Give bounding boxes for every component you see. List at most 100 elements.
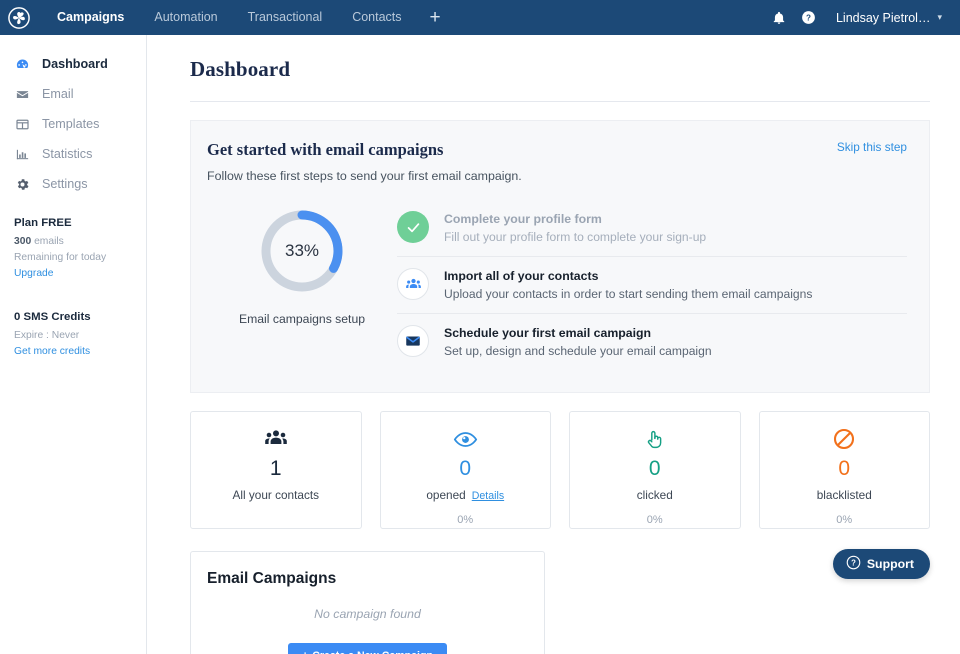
sidebar-item-label: Email <box>42 87 74 101</box>
support-label: Support <box>867 557 914 571</box>
ban-circle-icon <box>832 426 856 452</box>
step-description: Set up, design and schedule your email c… <box>444 344 712 358</box>
plus-icon: + <box>302 650 308 654</box>
nav-item-campaigns[interactable]: Campaigns <box>42 0 139 35</box>
email-campaigns-title: Email Campaigns <box>207 570 528 588</box>
step-title: Complete your profile form <box>444 212 706 226</box>
get-more-credits-link[interactable]: Get more credits <box>14 346 132 357</box>
body-wrapper: Dashboard Email Templa <box>0 35 960 654</box>
main-nav: Campaigns Automation Transactional Conta… <box>42 0 454 35</box>
step-title: Schedule your first email campaign <box>444 326 712 340</box>
page-title: Dashboard <box>190 57 930 82</box>
skip-this-step-link[interactable]: Skip this step <box>837 140 907 154</box>
eye-icon <box>453 426 478 452</box>
stat-value: 0 <box>459 458 471 479</box>
upgrade-link[interactable]: Upgrade <box>14 268 132 279</box>
progress-column: 33% Email campaigns setup <box>207 207 397 370</box>
contacts-group-icon <box>397 268 429 300</box>
contacts-group-icon <box>264 426 288 452</box>
plan-block: Plan FREE 300 emails Remaining for today… <box>0 199 146 357</box>
support-button[interactable]: ? Support <box>833 549 930 579</box>
step-text: Complete your profile form Fill out your… <box>444 211 706 244</box>
sms-expire: Expire : Never <box>14 330 132 341</box>
opened-details-link[interactable]: Details <box>472 490 504 502</box>
dashboard-app: Campaigns Automation Transactional Conta… <box>0 0 960 654</box>
topbar-right-group: ? Lindsay Pietrol… ▾ <box>764 0 946 35</box>
stat-card-clicked[interactable]: 0 clicked 0% <box>569 411 741 529</box>
create-campaign-label: Create a New Campaign <box>312 650 433 654</box>
get-started-header: Get started with email campaigns Skip th… <box>207 140 907 160</box>
sidebar-item-templates[interactable]: Templates <box>0 109 146 139</box>
step-icon-wrap <box>397 211 429 243</box>
plan-emails: 300 emails <box>14 236 132 247</box>
add-new-button[interactable]: + <box>417 2 454 34</box>
notification-bell-icon[interactable] <box>764 0 794 35</box>
step-description: Upload your contacts in order to start s… <box>444 287 812 301</box>
help-circle-icon[interactable]: ? <box>794 0 824 35</box>
envelope-icon <box>14 86 30 102</box>
envelope-filled-icon <box>397 325 429 357</box>
progress-caption: Email campaigns setup <box>239 312 365 326</box>
stat-label: clicked <box>637 488 673 502</box>
help-circle-icon: ? <box>846 555 861 573</box>
svg-text:?: ? <box>851 558 856 567</box>
sidebar-item-label: Dashboard <box>42 57 108 71</box>
plan-spacer <box>14 279 132 311</box>
nav-item-transactional[interactable]: Transactional <box>233 0 338 35</box>
nav-item-contacts[interactable]: Contacts <box>337 0 416 35</box>
stat-value: 0 <box>649 458 661 479</box>
chevron-down-icon[interactable]: ▾ <box>937 12 946 23</box>
sidebar-item-email[interactable]: Email <box>0 79 146 109</box>
get-started-title: Get started with email campaigns <box>207 140 443 160</box>
nav-item-automation[interactable]: Automation <box>139 0 232 35</box>
sms-credits-title: 0 SMS Credits <box>14 311 132 323</box>
progress-percent-label: 33% <box>258 207 346 295</box>
stat-card-contacts[interactable]: 1 All your contacts <box>190 411 362 529</box>
stat-cards-row: 1 All your contacts 0 <box>190 411 930 529</box>
get-started-panel: Get started with email campaigns Skip th… <box>190 120 930 393</box>
sidebar-item-label: Statistics <box>42 147 92 161</box>
sidebar-item-label: Settings <box>42 177 88 191</box>
user-menu-name[interactable]: Lindsay Pietrol… <box>824 11 938 25</box>
template-columns-icon <box>14 116 30 132</box>
stat-percent: 0% <box>647 514 663 526</box>
pointing-hand-icon <box>643 426 666 452</box>
sidebar-item-settings[interactable]: Settings <box>0 169 146 199</box>
stat-label: opened <box>426 488 465 502</box>
sidebar-item-label: Templates <box>42 117 99 131</box>
svg-text:?: ? <box>806 13 811 22</box>
step-title: Import all of your contacts <box>444 269 812 283</box>
step-icon-wrap <box>397 268 429 300</box>
step-icon-wrap <box>397 325 429 357</box>
get-started-body: 33% Email campaigns setup <box>207 207 907 370</box>
pinwheel-logo-icon[interactable] <box>6 5 32 31</box>
bar-chart-icon <box>14 146 30 162</box>
sidebar-item-dashboard[interactable]: Dashboard <box>0 49 146 79</box>
stat-percent: 0% <box>836 514 852 526</box>
sidebar-item-statistics[interactable]: Statistics <box>0 139 146 169</box>
stat-value: 1 <box>270 458 282 479</box>
plan-remaining: Remaining for today <box>14 252 132 263</box>
setup-step-schedule-campaign[interactable]: Schedule your first email campaign Set u… <box>397 313 907 370</box>
setup-step-import-contacts[interactable]: Import all of your contacts Upload your … <box>397 256 907 313</box>
stat-card-opened[interactable]: 0 opened Details 0% <box>380 411 552 529</box>
title-divider <box>190 101 930 102</box>
create-new-campaign-button[interactable]: + Create a New Campaign <box>288 643 447 654</box>
sidebar: Dashboard Email Templa <box>0 35 147 654</box>
email-campaigns-card: Email Campaigns No campaign found + Crea… <box>190 551 545 654</box>
get-started-subtitle: Follow these first steps to send your fi… <box>207 169 907 183</box>
step-description: Fill out your profile form to complete y… <box>444 230 706 244</box>
stat-label-row: All your contacts <box>232 488 319 502</box>
create-campaign-row: + Create a New Campaign <box>207 643 528 654</box>
main-content: Dashboard Get started with email campaig… <box>147 35 960 654</box>
top-navigation-bar: Campaigns Automation Transactional Conta… <box>0 0 960 35</box>
setup-step-profile[interactable]: Complete your profile form Fill out your… <box>397 209 907 256</box>
dashboard-gauge-icon <box>14 56 30 72</box>
no-campaign-message: No campaign found <box>207 607 528 621</box>
plan-emails-word: emails <box>34 236 64 247</box>
step-text: Schedule your first email campaign Set u… <box>444 325 712 358</box>
check-circle-icon <box>397 211 429 243</box>
stat-card-blacklisted[interactable]: 0 blacklisted 0% <box>759 411 931 529</box>
plan-title: Plan FREE <box>14 217 132 229</box>
step-text: Import all of your contacts Upload your … <box>444 268 812 301</box>
